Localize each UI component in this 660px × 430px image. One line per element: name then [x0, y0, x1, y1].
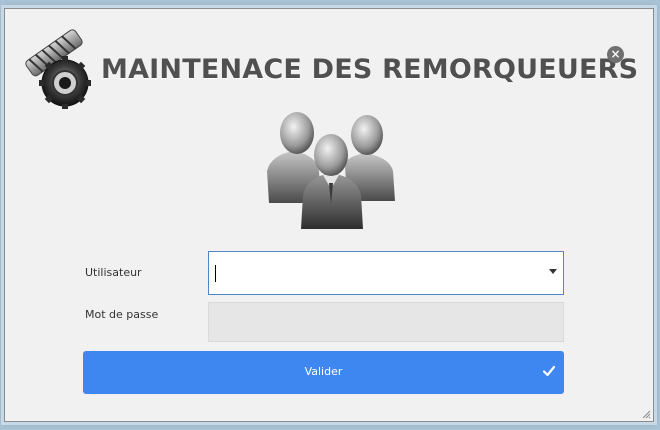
password-field[interactable]: [208, 302, 564, 342]
username-combobox[interactable]: [208, 251, 564, 295]
submit-button[interactable]: Valider: [83, 351, 564, 394]
username-input[interactable]: [213, 260, 537, 288]
users-group-icon: [267, 112, 395, 229]
username-label: Utilisateur: [85, 266, 142, 279]
caret-down-icon[interactable]: [549, 269, 557, 274]
text-cursor: [215, 265, 216, 282]
checkmark-icon: [542, 365, 556, 377]
page-title: MAINTENACE DES REMORQUEUERS: [101, 54, 639, 85]
password-label: Mot de passe: [85, 308, 159, 321]
password-input[interactable]: [209, 303, 563, 341]
resize-grip-icon[interactable]: [641, 409, 651, 419]
login-window: MAINTENACE DES REMORQUEUERS × Utilisateu…: [4, 8, 654, 422]
submit-button-label: Valider: [304, 365, 343, 378]
close-icon: ×: [610, 47, 621, 61]
worm-gear-icon: [25, 29, 91, 109]
close-button[interactable]: ×: [607, 46, 624, 63]
